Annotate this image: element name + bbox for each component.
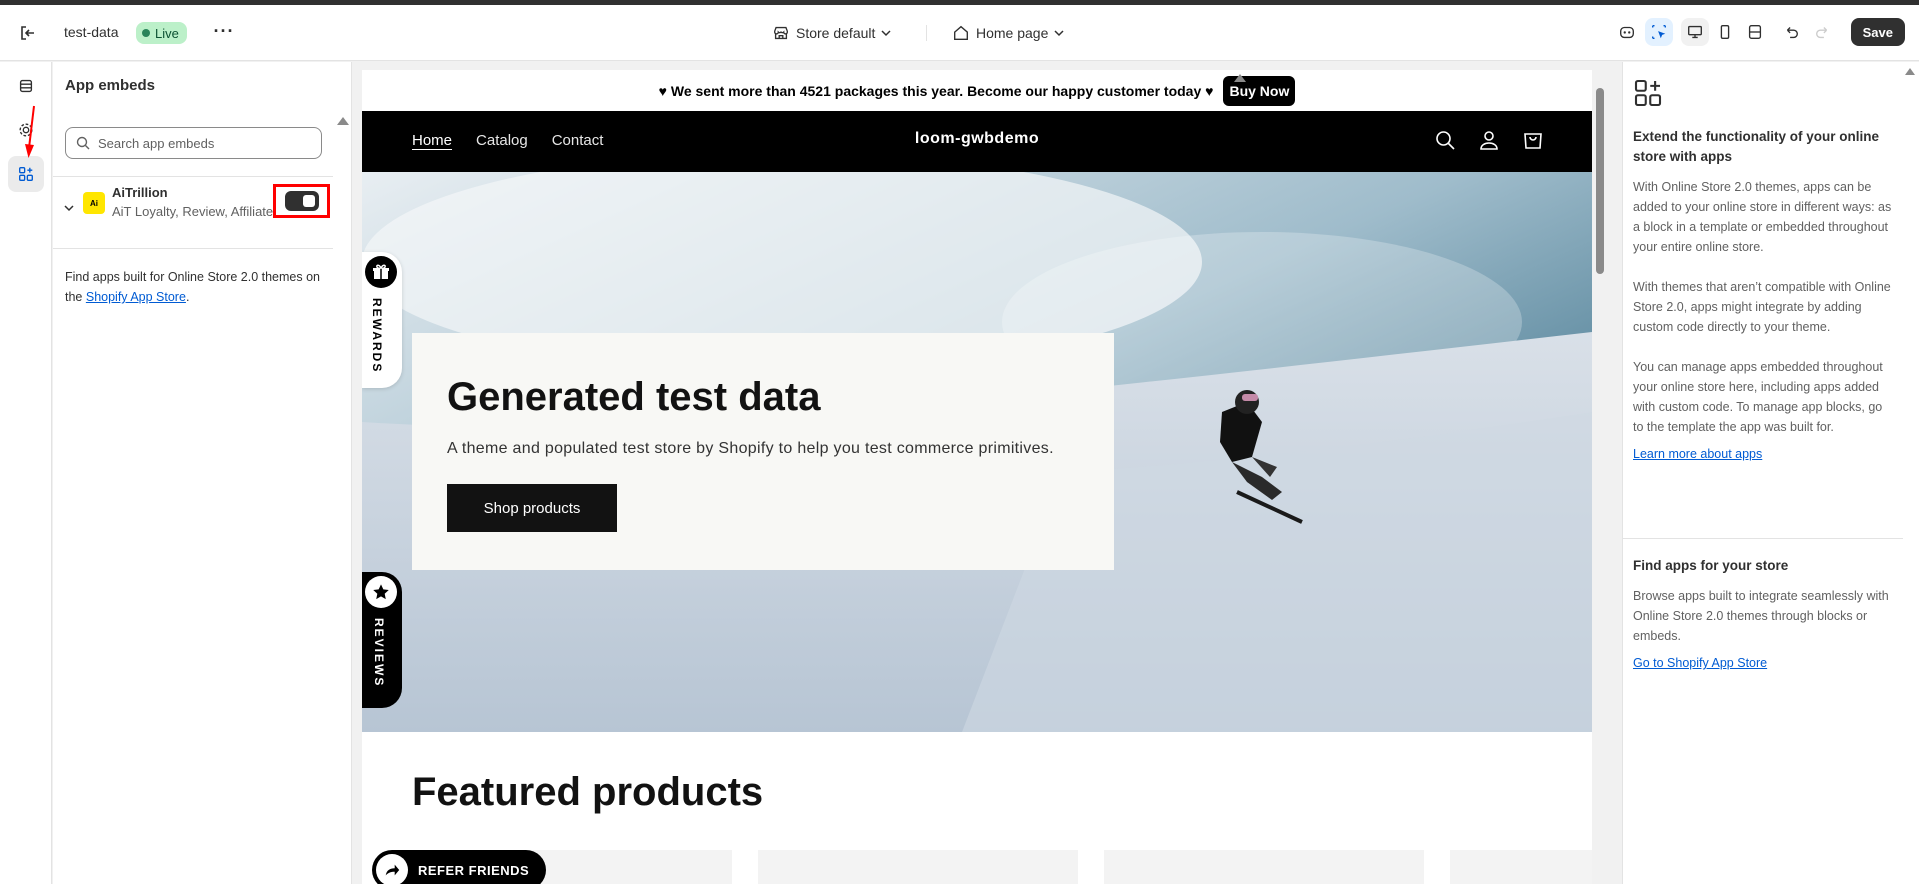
hero-subtitle: A theme and populated test store by Shop… xyxy=(447,440,1054,457)
rail-app-embeds[interactable] xyxy=(8,156,44,192)
search-input[interactable] xyxy=(98,135,298,151)
cart-icon[interactable] xyxy=(1522,129,1544,151)
store-preview: ♥ We sent more than 4521 packages this y… xyxy=(362,70,1592,884)
refer-label: REFER FRIENDS xyxy=(418,862,530,878)
store-brand[interactable]: loom-gwbdemo xyxy=(362,130,1592,148)
sidekick-icon[interactable] xyxy=(1613,18,1641,46)
go-to-app-store-link[interactable]: Go to Shopify App Store xyxy=(1633,656,1895,670)
find-apps-paragraph: Browse apps built to integrate seamlessl… xyxy=(1633,589,1889,643)
save-button[interactable]: Save xyxy=(1850,18,1905,46)
info-paragraph: With Online Store 2.0 themes, apps can b… xyxy=(1633,180,1892,254)
store-name: test-data xyxy=(64,24,119,40)
desktop-view-icon[interactable] xyxy=(1680,18,1709,46)
app-embed-row[interactable]: Ai AiTrillion AiT Loyalty, Review, Affil… xyxy=(53,176,333,236)
info-paragraph: With themes that aren’t compatible with … xyxy=(1633,280,1891,334)
scroll-up-arrow[interactable] xyxy=(1905,68,1915,75)
footer-note: Find apps built for Online Store 2.0 the… xyxy=(65,270,321,304)
product-card[interactable] xyxy=(1104,850,1424,884)
mobile-view-icon[interactable] xyxy=(1711,18,1739,46)
header-icons xyxy=(1434,129,1544,151)
left-rail xyxy=(0,62,52,884)
undo-icon[interactable] xyxy=(1777,18,1805,46)
status-badge: Live xyxy=(136,22,187,44)
app-name: AiTrillion xyxy=(112,185,168,200)
home-icon xyxy=(954,25,968,40)
scroll-up-arrow[interactable] xyxy=(337,117,349,125)
announcement-text: ♥ We sent more than 4521 packages this y… xyxy=(658,82,1214,99)
rewards-label: REWARDS xyxy=(370,298,384,374)
theme-selector[interactable]: Store default xyxy=(772,19,891,47)
store-header: Home Catalog Contact loom-gwbdemo xyxy=(362,111,1592,172)
shop-products-button[interactable]: Shop products xyxy=(447,484,617,532)
gift-icon xyxy=(373,264,389,279)
store-icon xyxy=(774,26,788,40)
rail-sections[interactable] xyxy=(8,68,44,104)
apps-icon xyxy=(1634,79,1662,107)
star-icon xyxy=(373,584,389,600)
more-actions-icon[interactable]: ··· xyxy=(212,21,236,45)
hero-card: Generated test data A theme and populate… xyxy=(412,333,1114,570)
page-selector[interactable]: Home page xyxy=(952,19,1064,47)
reviews-tab[interactable]: REVIEWS xyxy=(362,572,402,708)
search-icon xyxy=(76,136,90,150)
panel-title: App embeds xyxy=(65,77,156,94)
app-embed-toggle[interactable] xyxy=(285,191,319,211)
rewards-tab[interactable]: REWARDS xyxy=(362,252,402,388)
account-icon[interactable] xyxy=(1478,129,1500,151)
search-box[interactable] xyxy=(65,127,322,159)
preview-scroll-up[interactable] xyxy=(1234,74,1246,82)
chevron-down-icon xyxy=(881,30,891,37)
info-panel: Extend the functionality of your online … xyxy=(1622,62,1919,884)
chevron-down-icon xyxy=(1054,30,1064,37)
redo-icon[interactable] xyxy=(1809,18,1837,46)
product-card[interactable] xyxy=(1450,850,1592,884)
red-arrow-annotation xyxy=(25,105,35,158)
sections-icon xyxy=(19,79,33,93)
reviews-label: REVIEWS xyxy=(372,618,386,688)
inspector-icon[interactable] xyxy=(1644,18,1673,46)
app-embeds-panel: App embeds Ai AiTrillion AiT Loyalty, Re… xyxy=(53,62,352,884)
info-heading: Extend the functionality of your online … xyxy=(1633,129,1880,164)
info-paragraph: You can manage apps embedded throughout … xyxy=(1633,360,1883,434)
hero-title: Generated test data xyxy=(447,375,821,419)
editor-topbar: test-data Live ··· Store default Home pa… xyxy=(0,5,1919,61)
preview-scrollbar-thumb[interactable] xyxy=(1596,88,1604,274)
hero-banner: Generated test data A theme and populate… xyxy=(362,172,1592,732)
learn-more-link[interactable]: Learn more about apps xyxy=(1633,447,1895,461)
announcement-bar: ♥ We sent more than 4521 packages this y… xyxy=(362,70,1592,111)
chevron-down-icon[interactable] xyxy=(64,203,74,213)
exit-icon[interactable] xyxy=(18,23,38,43)
topbar-actions: Save xyxy=(1613,18,1905,46)
search-icon[interactable] xyxy=(1434,129,1456,151)
app-description: AiT Loyalty, Review, Affiliate xyxy=(112,204,274,219)
share-arrow-icon xyxy=(385,864,400,876)
aitrillion-logo: Ai xyxy=(83,192,105,214)
refer-friends-button[interactable]: REFER FRIENDS xyxy=(372,850,546,884)
find-apps-heading: Find apps for your store xyxy=(1633,558,1789,573)
fullscreen-view-icon[interactable] xyxy=(1741,18,1769,46)
featured-title: Featured products xyxy=(412,770,764,814)
shopify-app-store-link[interactable]: Shopify App Store xyxy=(86,290,186,304)
product-card[interactable] xyxy=(758,850,1078,884)
apps-icon xyxy=(19,167,33,181)
